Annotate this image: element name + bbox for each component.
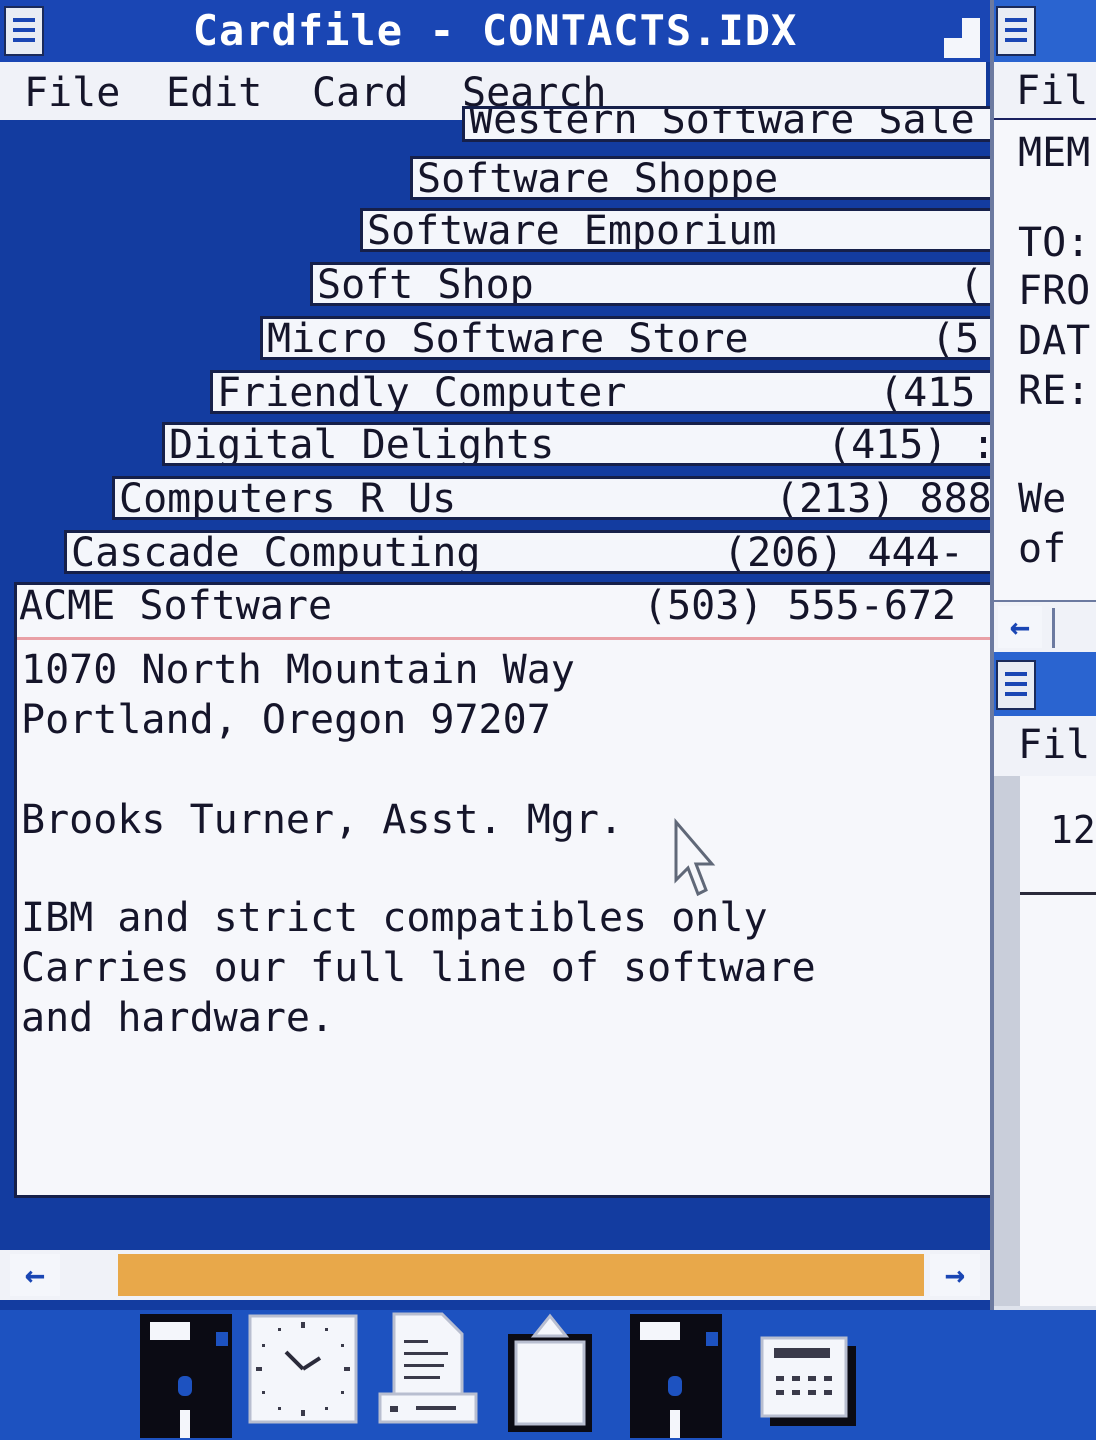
- memo-text-line: DAT: [1018, 318, 1091, 364]
- memo-text-line: FRO: [1018, 268, 1091, 314]
- clipboard-icon[interactable]: [504, 1310, 596, 1434]
- memo-text-line: We: [1018, 476, 1067, 522]
- memo-text-line: of: [1018, 526, 1067, 572]
- card-phone: (415: [879, 370, 976, 414]
- card-phone: (206) 444-: [723, 530, 964, 574]
- card-tab[interactable]: Micro Software Store (5: [260, 316, 990, 360]
- clock-menu-bar: Fil: [994, 716, 1096, 776]
- icon-area: [0, 1310, 1096, 1440]
- card-name: Western Software Sale: [469, 106, 975, 142]
- card-tab[interactable]: Friendly Computer (415: [210, 370, 990, 414]
- scroll-right-button[interactable]: →: [930, 1254, 980, 1296]
- card-text-line[interactable]: Brooks Turner, Asst. Mgr.: [21, 795, 623, 845]
- calculator-icon[interactable]: [760, 1336, 856, 1426]
- card-name: Software Shoppe: [417, 156, 779, 200]
- window-title: Cardfile - CONTACTS.IDX: [192, 6, 798, 55]
- card-text-line[interactable]: Portland, Oregon 97207: [21, 695, 551, 745]
- card-tab[interactable]: Digital Delights (415) :: [162, 422, 990, 466]
- disk-icon[interactable]: [630, 1314, 722, 1438]
- card-tab[interactable]: Software Shoppe: [410, 156, 990, 200]
- memo-menu-bar: Fil: [994, 62, 1096, 121]
- card-text-line[interactable]: 1070 North Mountain Way: [21, 645, 575, 695]
- scrollbar-divider: [1052, 608, 1055, 648]
- size-box-icon[interactable]: [944, 18, 980, 58]
- memo-text-line: MEM: [1018, 130, 1091, 176]
- mouse-pointer-icon: [674, 818, 716, 897]
- memo-title-bar[interactable]: [994, 0, 1096, 62]
- scroll-left-button[interactable]: ←: [998, 606, 1042, 648]
- clock-value: 12: [1050, 808, 1096, 852]
- clock-icon[interactable]: [248, 1314, 358, 1424]
- card-tab[interactable]: Cascade Computing (206) 444-: [64, 530, 990, 574]
- divider: [1020, 892, 1096, 895]
- clock-window-body: 12: [1020, 776, 1096, 1306]
- card-tab[interactable]: Soft Shop (:: [310, 262, 990, 306]
- card-name: Digital Delights: [169, 422, 555, 466]
- horizontal-scrollbar[interactable]: ← →: [0, 1250, 990, 1300]
- card-tab[interactable]: Software Emporium: [360, 208, 990, 252]
- card-name: ACME Software: [19, 583, 333, 629]
- card-tab[interactable]: Western Software Sale: [462, 106, 990, 142]
- card-name: Micro Software Store: [267, 316, 749, 360]
- memo-horizontal-scrollbar[interactable]: ←: [994, 600, 1096, 652]
- cardfile-title-bar[interactable]: Cardfile - CONTACTS.IDX: [0, 0, 990, 62]
- memo-text-area[interactable]: MEM TO: FRO DAT RE: We of: [994, 120, 1096, 600]
- card-index-line[interactable]: ACME Software (503) 555-672: [17, 583, 990, 640]
- menu-file[interactable]: Fil: [1018, 722, 1090, 768]
- clock-window-border: [994, 776, 1020, 1306]
- card-name: Cascade Computing: [71, 530, 481, 574]
- menu-file[interactable]: File: [24, 70, 120, 116]
- front-card[interactable]: ACME Software (503) 555-672 1070 North M…: [14, 582, 990, 1198]
- card-phone: (503) 555-672: [643, 583, 957, 629]
- card-name: Friendly Computer: [217, 370, 627, 414]
- system-menu-icon[interactable]: [996, 660, 1036, 710]
- system-menu-icon[interactable]: [996, 6, 1036, 56]
- card-phone: (:: [959, 262, 990, 306]
- card-phone: (5: [931, 316, 980, 360]
- card-name: Soft Shop: [317, 262, 534, 306]
- disk-icon[interactable]: [140, 1314, 232, 1438]
- scroll-left-button[interactable]: ←: [10, 1254, 60, 1296]
- memo-text-line: RE:: [1018, 368, 1091, 414]
- card-text-line[interactable]: and hardware.: [21, 993, 334, 1043]
- memo-text-line: TO:: [1018, 220, 1091, 266]
- scrollbar-track[interactable]: [118, 1254, 924, 1296]
- menu-file[interactable]: Fil: [1016, 68, 1088, 114]
- card-name: Computers R Us: [119, 476, 457, 520]
- menu-edit[interactable]: Edit: [166, 70, 262, 116]
- card-text-line[interactable]: Carries our full line of software: [21, 943, 816, 993]
- printer-icon[interactable]: [376, 1310, 480, 1434]
- card-text-line[interactable]: IBM and strict compatibles only: [21, 893, 768, 943]
- card-name: Software Emporium: [367, 208, 777, 252]
- card-phone: (415) :: [827, 422, 990, 466]
- card-tab[interactable]: Computers R Us (213) 888: [112, 476, 990, 520]
- clock-title-bar[interactable]: [994, 652, 1096, 716]
- menu-card[interactable]: Card: [312, 70, 408, 116]
- card-phone: (213) 888: [775, 476, 990, 520]
